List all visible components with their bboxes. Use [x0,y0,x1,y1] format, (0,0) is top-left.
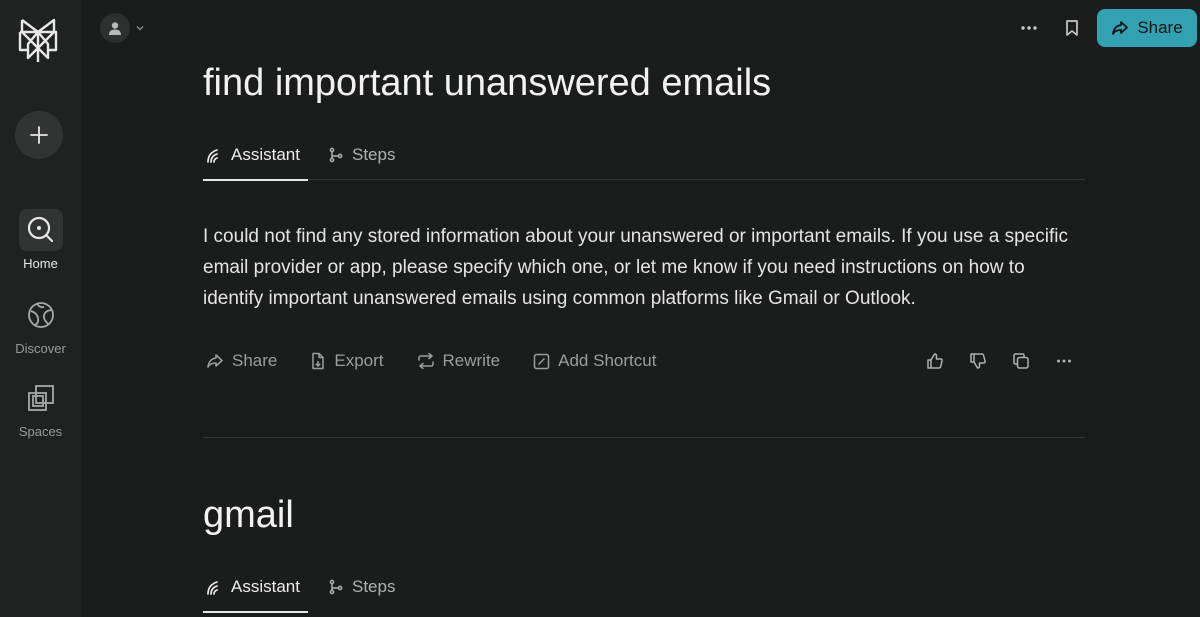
chevron-down-icon [136,26,144,31]
feedback-actions [920,346,1079,376]
tab-label: Assistant [231,144,300,164]
tab-label: Steps [351,577,396,596]
shortcut-icon [533,353,550,369]
search-icon [27,216,53,243]
home-icon-box [18,209,63,251]
copy-icon [1013,353,1029,369]
sidebar-item-label: Home [23,256,58,271]
share-button[interactable]: Share [1097,9,1197,47]
query-title: find important unanswered emails [203,62,772,104]
action-label: Add Shortcut [558,351,657,370]
steps-branch-icon [329,579,343,595]
thumbs-up-icon [927,353,943,369]
answer-tabs: Assistant Steps [203,130,1085,181]
discover-icon-box [19,294,63,336]
user-icon [109,22,121,35]
thumbs-down-button[interactable] [963,346,993,376]
answer-actions: Share Export Rewrite Add Shortcut [203,345,1085,377]
rewrite-icon [417,353,434,369]
assistant-icon [207,148,218,163]
thumbs-down-icon [970,353,986,369]
spaces-icon [27,385,54,411]
tab-label: Steps [351,144,396,164]
new-thread-button[interactable] [15,111,63,159]
more-horizontal-icon [1057,359,1071,363]
action-label: Rewrite [442,351,501,370]
action-label: Export [334,351,384,370]
query-title: gmail [203,494,294,536]
more-answer-options-button[interactable] [1049,346,1079,376]
more-options-button[interactable] [1011,10,1047,46]
share-answer-button[interactable]: Share [206,351,277,371]
sidebar-item-home[interactable]: Home [0,209,81,271]
plus-icon [30,126,48,144]
app-root: Home Discover Spaces Share find importan… [0,0,1200,617]
copy-button[interactable] [1006,346,1036,376]
rewrite-button[interactable]: Rewrite [417,351,501,371]
export-button[interactable]: Export [310,351,384,371]
sidebar: Home Discover Spaces [0,0,81,617]
action-label: Share [232,351,278,370]
account-menu[interactable] [100,13,145,43]
spaces-icon-box [19,377,63,419]
share-arrow-icon [1112,21,1129,35]
share-button-label: Share [1137,18,1183,37]
answer-tabs: Assistant Steps [203,562,1085,613]
tab-assistant[interactable]: Assistant [203,562,308,613]
thumbs-up-button[interactable] [920,346,950,376]
sidebar-item-label: Discover [15,341,66,356]
bookmark-icon [1066,20,1078,36]
more-horizontal-icon [1021,26,1037,30]
avatar [100,13,130,43]
steps-branch-icon [329,147,343,162]
perplexity-logo-icon[interactable] [18,16,58,64]
sidebar-item-discover[interactable]: Discover [0,294,81,356]
answer-text: I could not find any stored information … [203,226,1068,309]
thread-divider [203,437,1085,438]
top-actions: Share [1011,9,1197,47]
share-arrow-icon [207,354,223,368]
export-file-icon [312,352,325,370]
tab-steps[interactable]: Steps [326,562,399,612]
bookmark-button[interactable] [1054,10,1090,46]
globe-icon [27,302,54,328]
assistant-icon [207,581,218,595]
sidebar-item-label: Spaces [18,424,63,439]
tab-steps[interactable]: Steps [326,130,399,180]
main-area: Share find important unanswered emails A… [81,0,1200,617]
tab-label: Assistant [231,577,300,596]
tab-assistant[interactable]: Assistant [203,130,308,181]
add-shortcut-button[interactable]: Add Shortcut [533,351,656,371]
sidebar-item-spaces[interactable]: Spaces [0,377,81,439]
